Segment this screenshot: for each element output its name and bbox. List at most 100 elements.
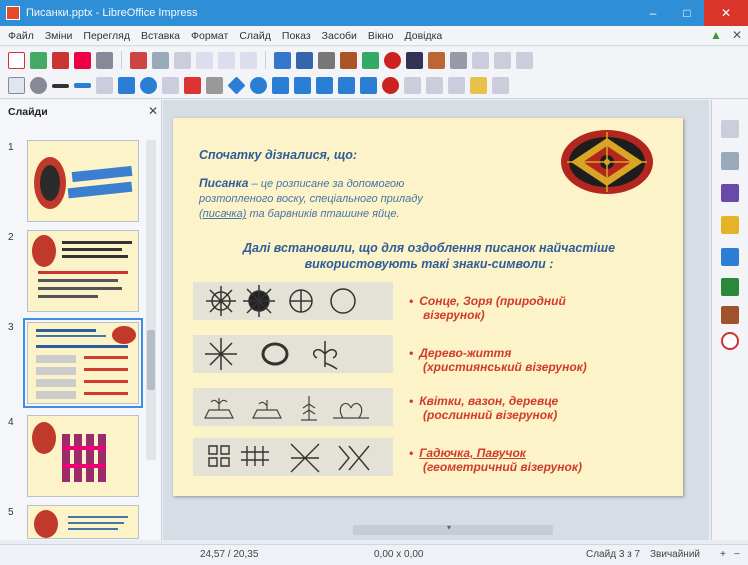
cut-icon[interactable] [130,51,147,69]
slide-thumbnail-2[interactable] [27,230,139,312]
slide-thumbnail-4[interactable] [27,415,139,497]
arrow-line-icon[interactable] [162,77,179,94]
menu-file[interactable]: Файл [8,30,34,42]
spelling-icon[interactable] [296,51,313,69]
toolbar-separator [121,51,122,69]
canvas-horizontal-scrollbar[interactable]: ▾ [353,523,553,535]
bullet-item-4: • Гадючка, Павучок (геометричний візеруно… [409,446,669,474]
menu-view[interactable]: Перегляд [83,30,130,42]
definition-text: та барвників пташине яйце. [246,208,400,220]
close-document-icon[interactable]: ✕ [732,28,742,42]
save-icon[interactable] [52,51,69,69]
clone-format-icon[interactable] [196,51,213,69]
curve-icon[interactable] [184,77,201,94]
master-slides-icon[interactable] [721,216,739,234]
new-document-icon[interactable] [8,51,25,69]
bullet-line: Гадючка, Павучок [419,446,526,460]
redo-icon[interactable] [240,51,257,69]
chart-icon[interactable] [362,51,379,69]
bullet-line: (геометричний візерунок) [423,460,582,474]
bullet-line: (християнський візерунок) [423,360,587,374]
connector-icon[interactable] [206,77,223,94]
scroll-arrow-icon: ▾ [447,523,452,532]
fontwork-icon[interactable] [721,278,739,296]
window-controls: – □ ✕ [636,0,748,26]
flowchart-icon[interactable] [294,77,311,94]
fill-color-icon[interactable] [74,83,91,88]
more-options-icon[interactable] [516,51,533,69]
slide-thumbnail-3[interactable] [23,318,143,408]
slide-thumbnail-5[interactable] [27,505,139,539]
animation-icon[interactable] [721,184,739,202]
slide-thumbnail-content [32,235,132,298]
zoom-icon[interactable] [30,77,47,94]
shadow-icon[interactable] [470,77,487,94]
slides-panel-scrollbar[interactable] [146,140,156,460]
bullet-line: Сонце, Зоря (природний [419,294,566,308]
display-grid-icon[interactable] [472,51,489,69]
print-icon[interactable] [96,51,113,69]
slide-thumbnail-1[interactable] [27,140,139,222]
menu-edit[interactable]: Зміни [45,30,73,42]
line-icon[interactable] [96,77,113,94]
scrollbar-thumb[interactable] [147,330,155,390]
definition-text: – це розписане за допомогою [248,178,405,190]
media-icon[interactable] [428,51,445,69]
menu-slide[interactable]: Слайд [239,30,271,42]
menu-format[interactable]: Формат [191,30,228,42]
arrange-icon[interactable] [426,77,443,94]
image-icon[interactable] [384,51,401,69]
ellipse-icon[interactable] [140,77,157,94]
styles-icon[interactable] [721,248,739,266]
menu-bar: Файл Зміни Перегляд Вставка Формат Слайд… [0,26,748,46]
bullet-item-1: • Сонце, Зоря (природний візерунок) [409,294,669,322]
zoom-out-button[interactable]: − [734,549,740,560]
basic-shapes-icon[interactable] [227,76,246,95]
rotate-icon[interactable] [382,77,399,94]
current-slide[interactable]: Спочатку дізналися, що: Писанка – це роз… [173,118,683,496]
stars-icon[interactable] [338,77,355,94]
gallery-icon[interactable] [721,306,739,324]
menu-slideshow[interactable]: Показ [282,30,311,42]
title-bar: Писанки.pptx - LibreOffice Impress – □ ✕ [0,0,748,26]
minimize-button[interactable]: – [636,0,670,26]
bullet-item-3: • Квітки, вазон, деревце (рослинний візер… [409,394,669,422]
distribute-icon[interactable] [448,77,465,94]
special-character-icon[interactable] [450,51,467,69]
crop-icon[interactable] [492,77,509,94]
menu-tools[interactable]: Засоби [322,30,357,42]
select-icon[interactable] [8,77,25,94]
find-replace-icon[interactable] [274,51,291,69]
menu-help[interactable]: Довідка [405,30,443,42]
line-color-icon[interactable] [52,83,69,88]
block-arrows-icon[interactable] [272,77,289,94]
align-icon[interactable] [404,77,421,94]
text-box-icon[interactable] [406,51,423,69]
maximize-button[interactable]: □ [670,0,704,26]
table-icon[interactable] [340,51,357,69]
slides-panel: Слайди ✕ 1 2 3 4 5 [0,100,162,540]
menu-window[interactable]: Вікно [368,30,394,42]
menu-insert[interactable]: Вставка [141,30,180,42]
helplines-icon[interactable] [494,51,511,69]
grid-icon[interactable] [318,51,335,69]
right-sidebar [711,100,748,540]
3d-objects-icon[interactable] [360,77,377,94]
paste-icon[interactable] [174,51,191,69]
rectangle-icon[interactable] [118,77,135,94]
callouts-icon[interactable] [316,77,333,94]
undo-icon[interactable] [218,51,235,69]
open-icon[interactable] [30,51,47,69]
slide-transition-icon[interactable] [721,152,739,170]
slide-number: 2 [8,232,14,243]
pysanka-image [561,130,653,194]
update-icon[interactable]: ▲ [710,28,722,42]
copy-icon[interactable] [152,51,169,69]
close-icon[interactable]: ✕ [148,104,158,118]
zoom-in-button[interactable]: + [720,549,726,560]
export-pdf-icon[interactable] [74,51,91,69]
navigator-icon[interactable] [721,332,739,350]
close-button[interactable]: ✕ [704,0,748,26]
symbol-shapes-icon[interactable] [250,77,267,94]
properties-icon[interactable] [721,120,739,138]
